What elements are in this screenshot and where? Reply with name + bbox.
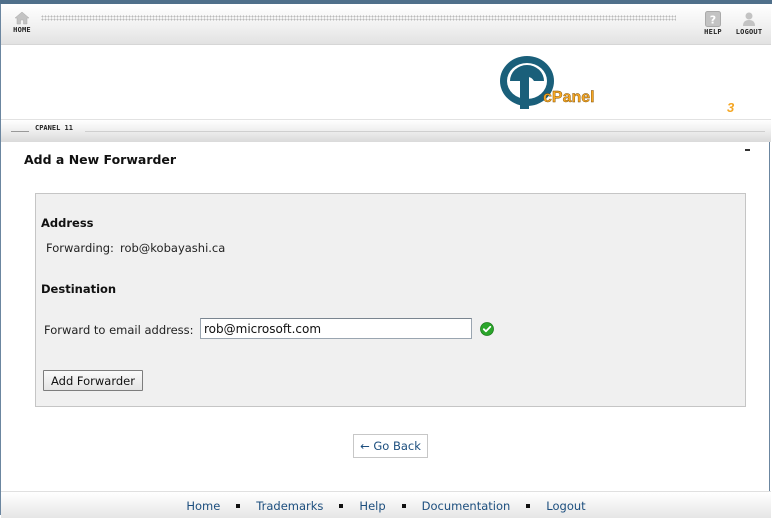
footer-separator: [236, 503, 241, 508]
footer-link-help[interactable]: Help: [359, 499, 385, 513]
home-button[interactable]: HOME: [2, 11, 42, 34]
go-back-link[interactable]: ← Go Back: [353, 434, 428, 458]
footer-bar: Home Trademarks Help Documentation Logout: [1, 491, 771, 518]
footer-separator: [526, 503, 531, 508]
footer-link-home[interactable]: Home: [186, 499, 220, 513]
home-icon: [14, 11, 30, 25]
help-label: HELP: [704, 28, 722, 36]
forward-to-email-input[interactable]: [200, 318, 472, 339]
logout-icon: [743, 12, 755, 26]
top-nav-bar: HOME ? HELP LOGOUT: [1, 4, 771, 45]
breadcrumb-band: CPANEL 11: [1, 119, 771, 142]
add-forwarder-button[interactable]: Add Forwarder: [43, 370, 143, 391]
header-logo-area: cPanel 3: [1, 45, 771, 119]
band-rule-left: [11, 131, 29, 132]
destination-heading: Destination: [41, 282, 117, 296]
check-circle-icon: [480, 322, 494, 336]
cpanel-logo: cPanel: [500, 56, 595, 109]
forward-to-label: Forward to email address:: [44, 323, 194, 337]
band-rule-right: [85, 131, 765, 132]
dotted-divider: [41, 15, 676, 21]
minimize-mark: [745, 149, 750, 151]
footer-separator: [401, 503, 406, 508]
footer-separator: [339, 503, 344, 508]
footer-links: Home Trademarks Help Documentation Logout: [1, 499, 771, 513]
help-icon: ?: [705, 11, 721, 27]
footer-link-logout[interactable]: Logout: [546, 499, 585, 513]
page-title: Add a New Forwarder: [24, 152, 177, 167]
logo-wordmark: cPanel: [543, 89, 595, 106]
logout-button[interactable]: LOGOUT: [729, 11, 769, 36]
logout-label: LOGOUT: [735, 28, 763, 36]
forwarding-label: Forwarding:: [46, 241, 114, 255]
help-button[interactable]: ? HELP: [693, 11, 733, 36]
home-label: HOME: [13, 26, 31, 34]
footer-link-documentation[interactable]: Documentation: [422, 499, 511, 513]
forwarding-address: rob@kobayashi.ca: [120, 241, 226, 255]
svg-text:?: ?: [710, 14, 716, 27]
version-number: 3: [727, 100, 735, 115]
footer-link-trademarks[interactable]: Trademarks: [256, 499, 323, 513]
breadcrumb-label: CPANEL 11: [35, 124, 73, 132]
address-heading: Address: [41, 216, 94, 230]
